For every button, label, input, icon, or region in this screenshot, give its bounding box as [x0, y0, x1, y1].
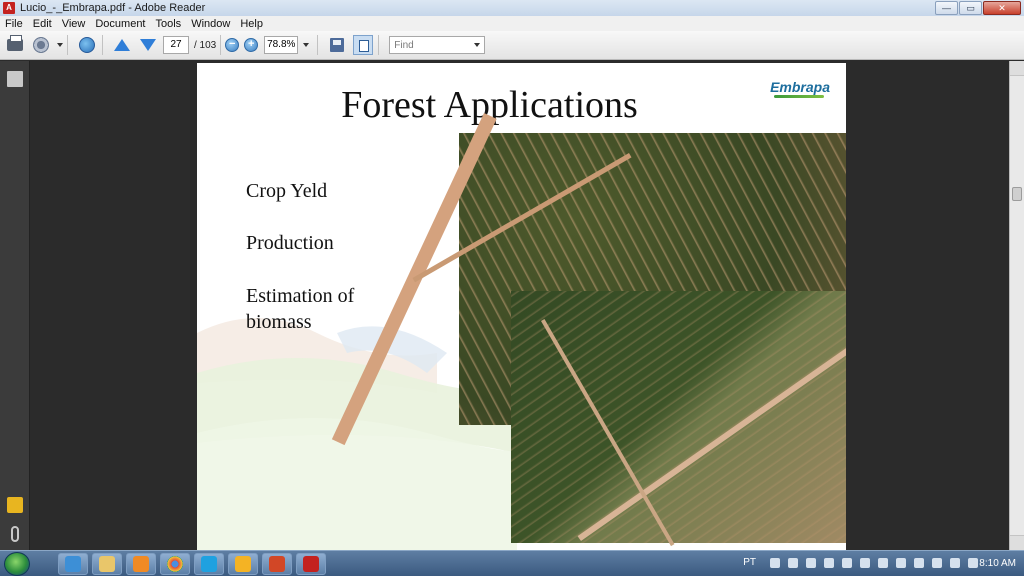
- skype-icon: [201, 556, 217, 572]
- minimize-button[interactable]: —: [935, 1, 958, 15]
- navigation-panel: [0, 61, 30, 550]
- document-area: Forest Applications Embrapa Crop Yeld Pr…: [31, 61, 1009, 550]
- print-button[interactable]: [4, 35, 26, 55]
- internet-explorer-icon: [65, 556, 81, 572]
- dirt-road: [541, 319, 675, 547]
- taskbar-powerpoint[interactable]: [262, 553, 292, 575]
- tray-icon[interactable]: [806, 557, 816, 568]
- taskbar-explorer[interactable]: [92, 553, 122, 575]
- separator: [220, 35, 222, 55]
- taskbar-ie[interactable]: [58, 553, 88, 575]
- menu-view[interactable]: View: [57, 18, 91, 30]
- comment-icon[interactable]: [7, 497, 23, 513]
- fit-page-button[interactable]: [352, 35, 374, 55]
- aerial-forest-photo-2: [511, 291, 846, 547]
- taskbar-skype[interactable]: [194, 553, 224, 575]
- attachment-icon[interactable]: [11, 526, 19, 542]
- find-input[interactable]: Find: [389, 36, 486, 54]
- embrapa-logo: Embrapa: [770, 79, 830, 98]
- bullet-crop-yield: Crop Yeld: [246, 180, 328, 202]
- chrome-icon: [167, 556, 183, 572]
- maximize-button[interactable]: ▭: [959, 1, 982, 15]
- menu-edit[interactable]: Edit: [28, 18, 57, 30]
- create-pdf-button[interactable]: [30, 35, 52, 55]
- menu-tools[interactable]: Tools: [151, 18, 187, 30]
- title-bar: A Lucio_-_Embrapa.pdf - Adobe Reader — ▭…: [0, 0, 1024, 16]
- tray-icon[interactable]: [842, 557, 852, 568]
- toolbar: 27 / 103 − + 78.8% Find: [0, 31, 1024, 60]
- pdf-page: Forest Applications Embrapa Crop Yeld Pr…: [197, 63, 846, 550]
- collaborate-icon: [79, 37, 95, 53]
- separator: [67, 35, 68, 55]
- tray-icon[interactable]: [950, 557, 960, 568]
- tray-icon[interactable]: [770, 557, 780, 568]
- prev-page-button[interactable]: [111, 35, 133, 55]
- scroll-thumb[interactable]: [1012, 187, 1022, 201]
- dirt-road: [577, 318, 846, 541]
- find-dropdown-icon[interactable]: [474, 43, 481, 47]
- taskbar-chrome[interactable]: [160, 553, 190, 575]
- close-button[interactable]: ✕: [983, 1, 1021, 15]
- create-pdf-dropdown[interactable]: [57, 43, 63, 47]
- save-button[interactable]: [326, 35, 348, 55]
- volume-icon[interactable]: [968, 557, 978, 568]
- window-controls: — ▭ ✕: [934, 1, 1021, 15]
- adobe-reader-icon: [303, 556, 319, 572]
- clock[interactable]: 8:10 AM: [979, 558, 1016, 569]
- page-number-input[interactable]: 27: [163, 36, 189, 54]
- menu-document[interactable]: Document: [90, 18, 150, 30]
- zoom-level-input[interactable]: 78.8%: [264, 36, 299, 54]
- zoom-in-button[interactable]: +: [244, 38, 259, 52]
- collaborate-button[interactable]: [76, 35, 98, 55]
- next-page-button[interactable]: [137, 35, 159, 55]
- prev-page-icon: [114, 39, 130, 51]
- separator: [317, 35, 319, 55]
- powerpoint-icon: [269, 556, 285, 572]
- vertical-scrollbar[interactable]: [1009, 61, 1024, 550]
- language-indicator[interactable]: PT: [743, 557, 756, 568]
- tray-icon[interactable]: [788, 557, 798, 568]
- menu-file[interactable]: File: [0, 18, 28, 30]
- separator: [102, 35, 103, 55]
- save-icon: [330, 38, 345, 52]
- scroll-up-button[interactable]: [1010, 61, 1024, 76]
- zoom-dropdown[interactable]: [303, 43, 310, 47]
- scroll-down-button[interactable]: [1010, 535, 1024, 550]
- system-tray: PT: [743, 557, 978, 568]
- tray-icon[interactable]: [860, 557, 870, 568]
- taskbar: PT 8:10 AM: [0, 550, 1024, 576]
- taskbar-adobe-reader[interactable]: [296, 553, 326, 575]
- folder-icon: [99, 556, 115, 572]
- pages-icon[interactable]: [7, 71, 23, 87]
- logo-text: Embrapa: [770, 79, 830, 95]
- bullet-biomass: biomass: [246, 311, 312, 333]
- start-button[interactable]: [4, 552, 30, 576]
- find-placeholder: Find: [394, 39, 414, 51]
- menu-bar: File Edit View Document Tools Window Hel…: [0, 16, 1024, 31]
- taskbar-media[interactable]: [126, 553, 156, 575]
- media-player-icon: [133, 556, 149, 572]
- adobe-reader-icon: A: [3, 2, 15, 14]
- window-title: Lucio_-_Embrapa.pdf - Adobe Reader: [20, 2, 206, 14]
- tray-icon[interactable]: [878, 557, 888, 568]
- menu-help[interactable]: Help: [235, 18, 268, 30]
- create-pdf-icon: [33, 37, 49, 53]
- page-total: / 103: [194, 39, 217, 51]
- tray-icon[interactable]: [932, 557, 942, 568]
- tray-icon[interactable]: [824, 557, 834, 568]
- print-icon: [7, 35, 23, 51]
- zoom-out-button[interactable]: −: [225, 38, 240, 52]
- bullet-estimation: Estimation of: [246, 285, 355, 307]
- tray-icon[interactable]: [914, 557, 924, 568]
- separator: [378, 35, 380, 55]
- fit-page-icon: [353, 35, 374, 55]
- bullet-production: Production: [246, 232, 334, 254]
- logo-swoosh: [774, 95, 825, 98]
- taskbar-outlook[interactable]: [228, 553, 258, 575]
- next-page-icon: [140, 39, 156, 51]
- tray-icon[interactable]: [896, 557, 906, 568]
- menu-window[interactable]: Window: [186, 18, 235, 30]
- outlook-icon: [235, 556, 251, 572]
